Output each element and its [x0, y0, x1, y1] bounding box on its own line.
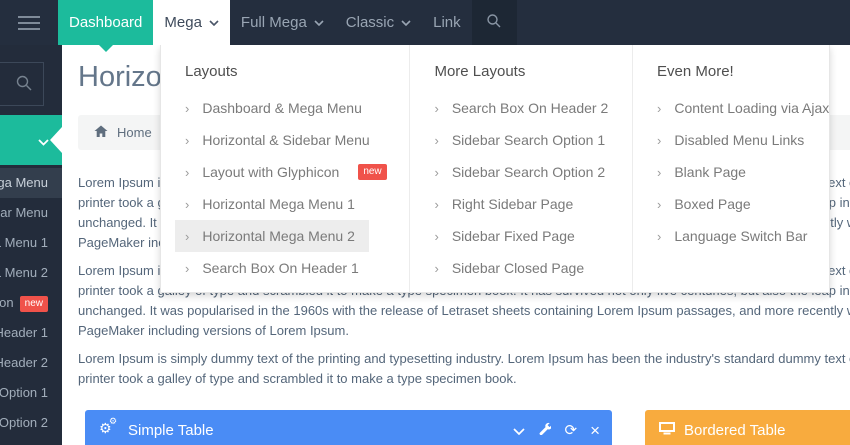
sidebar-item-horizontal-mega-menu-2[interactable]: Horizontal Mega Menu 2	[0, 258, 62, 288]
panel-collapse-button[interactable]	[513, 423, 525, 438]
nav-tab-label: Classic	[346, 14, 394, 31]
new-badge: new	[358, 164, 386, 180]
mega-column-heading: More Layouts	[434, 63, 632, 80]
top-navbar: Dashboard Mega Full Mega Classic Link	[0, 0, 850, 45]
paragraph: Lorem Ipsum is simply dummy text of the …	[78, 349, 850, 389]
mega-column-layouts: Layouts › Dashboard & Mega Menu › Horizo…	[161, 45, 410, 292]
angle-right-icon: ›	[185, 165, 189, 180]
hamburger-icon	[18, 16, 40, 18]
nav-tab-label: Full Mega	[241, 14, 307, 31]
panel-simple-table: ⚙⚙ Simple Table ⟳ ×	[85, 410, 612, 445]
menu-item-sidebar-closed-page[interactable]: › Sidebar Closed Page	[424, 252, 598, 284]
menu-item-sidebar-search-option-1[interactable]: › Sidebar Search Option 1	[424, 124, 619, 156]
angle-right-icon: ›	[434, 165, 438, 180]
mega-dropdown: Layouts › Dashboard & Mega Menu › Horizo…	[160, 45, 830, 293]
wrench-icon	[538, 422, 551, 438]
nav-tab-mega[interactable]: Mega	[153, 0, 230, 45]
menu-item-sidebar-fixed-page[interactable]: › Sidebar Fixed Page	[424, 220, 588, 252]
sidebar-item-sidebar-search-option-2[interactable]: Sidebar Search Option 2	[0, 408, 62, 438]
angle-right-icon: ›	[657, 197, 661, 212]
menu-item-sidebar-search-option-2[interactable]: › Sidebar Search Option 2	[424, 156, 619, 188]
app-screen: Dashboard Mega Full Mega Classic Link	[0, 0, 850, 445]
display-board-icon	[659, 421, 675, 439]
angle-right-icon: ›	[185, 261, 189, 276]
mega-column-heading: Even More!	[657, 63, 829, 80]
angle-right-icon: ›	[185, 133, 189, 148]
panel-title: Simple Table	[128, 422, 214, 439]
chevron-down-icon	[401, 20, 411, 26]
menu-item-search-box-on-header-2[interactable]: › Search Box On Header 2	[424, 92, 622, 124]
nav-tab-classic[interactable]: Classic	[335, 0, 422, 45]
panel-close-button[interactable]: ×	[590, 422, 600, 439]
sidebar: Dashboard & Mega Menu Horizontal & Sideb…	[0, 45, 62, 445]
sidebar-active-parent[interactable]	[0, 115, 62, 165]
sidebar-menu: Dashboard & Mega Menu Horizontal & Sideb…	[0, 168, 62, 438]
angle-right-icon: ›	[434, 101, 438, 116]
active-tab-caret-icon	[99, 45, 113, 52]
nav-tab-link[interactable]: Link	[422, 0, 472, 45]
menu-item-disabled-menu-links[interactable]: › Disabled Menu Links	[647, 124, 818, 156]
nav-tab-dashboard[interactable]: Dashboard	[58, 0, 153, 45]
sidebar-search-box	[0, 62, 44, 106]
angle-right-icon: ›	[185, 229, 189, 244]
cogs-icon: ⚙⚙	[99, 421, 119, 439]
mega-column-even-more: Even More! › Content Loading via Ajax › …	[633, 45, 829, 292]
panel-bordered-table: Bordered Table	[645, 410, 850, 445]
navbar-search-button[interactable]	[472, 0, 517, 45]
home-icon	[94, 125, 108, 141]
menu-item-horizontal-sidebar-menu[interactable]: › Horizontal & Sidebar Menu	[175, 124, 384, 156]
sidebar-item-search-box-on-header-2[interactable]: Search Box On Header 2	[0, 348, 62, 378]
panel-settings-button[interactable]	[538, 422, 551, 438]
angle-right-icon: ›	[657, 229, 661, 244]
sidebar-item-horizontal-sidebar-menu[interactable]: Horizontal & Sidebar Menu	[0, 198, 62, 228]
angle-right-icon: ›	[657, 101, 661, 116]
refresh-icon: ⟳	[564, 423, 577, 438]
search-icon	[486, 13, 502, 32]
menu-item-dashboard-mega-menu[interactable]: › Dashboard & Mega Menu	[175, 92, 376, 124]
nav-tab-label: Link	[433, 14, 461, 31]
sidebar-item-search-box-on-header-1[interactable]: Search Box On Header 1	[0, 318, 62, 348]
sidebar-search-input[interactable]	[0, 63, 9, 107]
menu-item-language-switch-bar[interactable]: › Language Switch Bar	[647, 220, 821, 252]
angle-right-icon: ›	[657, 133, 661, 148]
panel-title: Bordered Table	[684, 422, 785, 439]
new-badge: new	[20, 296, 48, 312]
nav-tab-full-mega[interactable]: Full Mega	[230, 0, 335, 45]
search-icon	[15, 74, 33, 97]
menu-item-content-loading-via-ajax[interactable]: › Content Loading via Ajax	[647, 92, 843, 124]
chevron-down-icon	[38, 133, 49, 151]
angle-right-icon: ›	[434, 261, 438, 276]
sidebar-item-layout-with-glyphicon[interactable]: Layout with Glyphiconnew	[0, 288, 62, 318]
mega-column-heading: Layouts	[185, 63, 409, 80]
menu-item-blank-page[interactable]: › Blank Page	[647, 156, 760, 188]
sidebar-item-dashboard-mega-menu[interactable]: Dashboard & Mega Menu	[0, 168, 62, 198]
menu-item-horizontal-mega-menu-2[interactable]: › Horizontal Mega Menu 2	[175, 220, 369, 252]
mega-column-more-layouts: More Layouts › Search Box On Header 2 › …	[410, 45, 633, 292]
active-item-arrow	[50, 127, 62, 153]
hamburger-button[interactable]	[0, 0, 58, 45]
angle-right-icon: ›	[185, 197, 189, 212]
menu-item-horizontal-mega-menu-1[interactable]: › Horizontal Mega Menu 1	[175, 188, 369, 220]
menu-item-search-box-on-header-1[interactable]: › Search Box On Header 1	[175, 252, 373, 284]
menu-item-right-sidebar-page[interactable]: › Right Sidebar Page	[424, 188, 587, 220]
nav-tab-label: Mega	[164, 14, 202, 31]
menu-item-layout-with-glyphicon[interactable]: › Layout with Glyphicon new	[175, 156, 401, 188]
angle-right-icon: ›	[434, 229, 438, 244]
close-icon: ×	[590, 422, 600, 439]
angle-right-icon: ›	[434, 133, 438, 148]
breadcrumb-home[interactable]: Home	[117, 125, 152, 140]
menu-item-boxed-page[interactable]: › Boxed Page	[647, 188, 765, 220]
sidebar-item-horizontal-mega-menu-1[interactable]: Horizontal Mega Menu 1	[0, 228, 62, 258]
angle-right-icon: ›	[434, 197, 438, 212]
nav-tab-label: Dashboard	[69, 14, 142, 31]
panel-tools: ⟳ ×	[513, 410, 600, 445]
angle-right-icon: ›	[185, 101, 189, 116]
chevron-down-icon	[314, 20, 324, 26]
chevron-down-icon	[513, 423, 525, 438]
chevron-down-icon	[209, 20, 219, 26]
angle-right-icon: ›	[657, 165, 661, 180]
panel-refresh-button[interactable]: ⟳	[564, 423, 577, 438]
sidebar-item-sidebar-search-option-1[interactable]: Sidebar Search Option 1	[0, 378, 62, 408]
